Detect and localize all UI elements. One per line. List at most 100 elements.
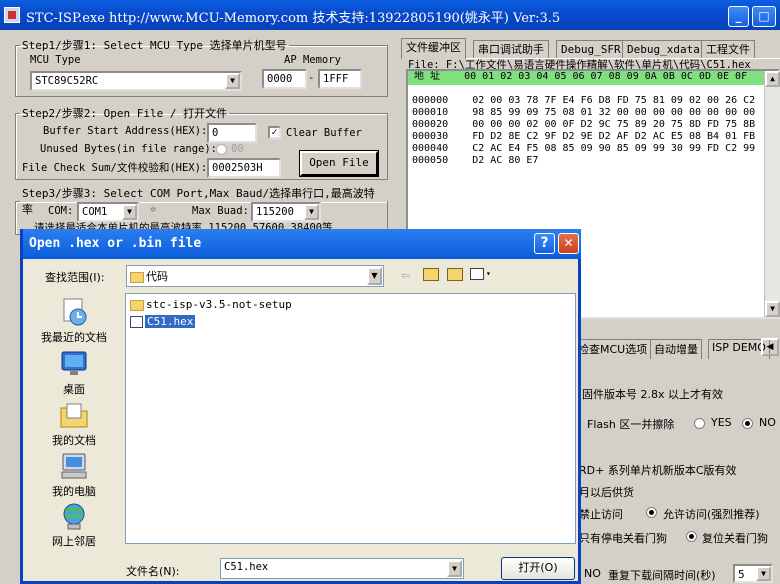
new-version-note: RD+ 系列单片机新版本C版有效 (579, 464, 737, 477)
com-label: COM: (48, 205, 74, 217)
open-file-button[interactable]: Open File (299, 150, 379, 177)
hex-row: 000050 D2 AC 80 E7 (412, 155, 539, 166)
lookin-label: 查找范围(I): (45, 271, 105, 284)
close-button[interactable]: ✕ (558, 233, 579, 254)
place-recent[interactable]: 我最近的文档 (27, 297, 121, 345)
buffer-start-label: Buffer Start Address(HEX): (43, 125, 208, 137)
firmware-note: 固件版本号 2.8x 以上才有效 (582, 388, 723, 401)
ap-end-field[interactable]: 1FFF (318, 69, 362, 89)
tab-scroll-left-icon[interactable]: ◀ (761, 338, 779, 356)
ap-memory-label: AP Memory (284, 54, 341, 66)
gear-icon: ✲ (150, 203, 157, 215)
maximize-button[interactable]: □ (752, 6, 776, 27)
place-network[interactable]: 网上邻居 (27, 501, 121, 549)
flash-yes-label: YES (711, 416, 732, 429)
wdt-stop-label: 只有停电关看门狗 (579, 532, 667, 545)
buffer-start-field[interactable]: 0 (207, 123, 257, 143)
chevron-down-icon[interactable]: ▼ (756, 566, 771, 581)
place-recent-label: 我最近的文档 (41, 331, 107, 344)
file-list[interactable]: stc-isp-v3.5-not-setup C51.hex (125, 293, 576, 544)
window-title: STC-ISP.exe http://www.MCU-Memory.com 技术… (26, 11, 561, 26)
hex-scrollbar[interactable]: ▲ ▼ (764, 71, 780, 317)
filename-input[interactable]: C51.hex ▼ (220, 558, 464, 579)
tab-auto-increment[interactable]: 自动增量 (650, 339, 702, 359)
hex-header-row: 地 址 00 01 02 03 04 05 06 07 08 09 0A 0B … (408, 71, 778, 85)
com-port-value: COM1 (82, 206, 108, 218)
filename-value: C51.hex (224, 561, 269, 573)
place-desktop[interactable]: 桌面 (27, 349, 121, 397)
chevron-down-icon[interactable]: ▼ (304, 204, 319, 220)
place-desktop-label: 桌面 (63, 383, 85, 396)
list-item[interactable]: stc-isp-v3.5-not-setup (130, 298, 292, 312)
checksum-label: File Check Sum/文件校验和(HEX): (22, 162, 208, 174)
checksum-field[interactable]: 0002503H (207, 158, 281, 178)
view-menu-icon[interactable] (470, 268, 484, 280)
app-icon (4, 7, 20, 23)
ap-dash: - (308, 72, 315, 84)
unused-bytes-label: Unused Bytes(in file range): (40, 143, 218, 155)
lookin-select[interactable]: 代码 ▼ (126, 265, 384, 287)
filename-label: 文件名(N): (126, 565, 180, 578)
chevron-down-icon[interactable]: ▼ (225, 73, 240, 89)
wdt-reset-label: 复位关看门狗 (702, 532, 768, 545)
dialog-title-bar: Open .hex or .bin file ? ✕ (23, 229, 581, 259)
flash-no-label: NO (759, 416, 776, 429)
no-label-2: NO (584, 567, 601, 580)
clear-buffer-checkbox[interactable]: ✓ (268, 126, 281, 139)
scroll-down-icon[interactable]: ▼ (765, 301, 780, 317)
com-port-select[interactable]: COM1 ▼ (77, 202, 139, 222)
view-dropdown-icon[interactable]: ▾ (486, 269, 491, 278)
place-my-documents[interactable]: 我的文档 (27, 400, 121, 448)
max-baud-value: 115200 (256, 206, 294, 218)
place-network-label: 网上邻居 (52, 535, 96, 548)
flash-yes-radio[interactable] (694, 418, 705, 429)
retry-interval-label: 重复下载间隔时间(秒) (608, 569, 716, 582)
file-name: C51.hex (145, 315, 196, 328)
new-folder-icon[interactable] (447, 268, 463, 281)
hex-row: 000030 FD D2 8E C2 9F D2 9E D2 AF D2 AC … (412, 131, 756, 142)
unused-radio[interactable] (216, 144, 227, 155)
chevron-down-icon[interactable]: ▼ (122, 204, 137, 220)
place-my-computer[interactable]: 我的电脑 (27, 451, 121, 499)
retry-interval-value: 5 (738, 568, 745, 581)
mcu-type-select[interactable]: STC89C52RC ▼ (30, 71, 242, 91)
chevron-down-icon[interactable]: ▼ (447, 560, 462, 577)
folder-icon (130, 299, 144, 311)
hex-row: 000040 C2 AC E4 F5 08 85 09 90 85 09 99 … (412, 143, 756, 154)
deny-access-label: 禁止访问 (579, 508, 623, 521)
tab-file-buffer[interactable]: 文件缓冲区 (401, 38, 466, 59)
dialog-open-button[interactable]: 打开(O) (501, 557, 575, 580)
step2-legend: Step2/步骤2: Open File / 打开文件 (22, 107, 228, 120)
scroll-up-icon[interactable]: ▲ (765, 71, 780, 87)
place-my-documents-label: 我的文档 (52, 434, 96, 447)
back-icon[interactable]: ⇦ (401, 266, 410, 284)
folder-icon (130, 271, 144, 283)
clear-buffer-label: Clear Buffer (286, 127, 362, 139)
mcu-type-value: STC89C52RC (35, 75, 99, 87)
flash-no-radio[interactable] (742, 418, 753, 429)
help-button[interactable]: ? (534, 233, 555, 254)
lookin-value: 代码 (146, 270, 168, 283)
dialog-title: Open .hex or .bin file (29, 236, 202, 251)
allow-access-label: 允许访问(强烈推荐) (663, 508, 760, 521)
ap-start-field[interactable]: 0000 (262, 69, 307, 89)
file-icon (130, 316, 143, 328)
hex-row: 000010 98 85 99 09 75 08 01 32 00 00 00 … (412, 107, 756, 118)
up-folder-icon[interactable] (423, 268, 439, 281)
unused-bytes-value: 00 (231, 143, 244, 155)
wdt-reset-radio[interactable] (686, 531, 697, 542)
list-item-selected[interactable]: C51.hex (130, 315, 196, 329)
retry-interval-select[interactable]: 5 ▼ (733, 564, 773, 583)
minimize-button[interactable]: _ (728, 6, 749, 27)
title-bar: STC-ISP.exe http://www.MCU-Memory.com 技术… (0, 0, 780, 30)
max-baud-label: Max Buad: (192, 205, 249, 217)
max-baud-select[interactable]: 115200 ▼ (251, 202, 321, 222)
hex-row: 000020 00 00 00 02 00 0F D2 9C 75 89 20 … (412, 119, 756, 130)
allow-access-radio[interactable] (646, 507, 657, 518)
open-file-dialog: Open .hex or .bin file ? ✕ 查找范围(I): 代码 ▼… (20, 229, 581, 584)
chevron-down-icon[interactable]: ▼ (367, 267, 382, 285)
desktop-icon (61, 351, 87, 375)
flash-erase-label: Flash 区一并擦除 (587, 418, 675, 431)
my-documents-icon (60, 403, 88, 428)
tab-check-mcu[interactable]: 检查MCU选项 (574, 339, 652, 359)
